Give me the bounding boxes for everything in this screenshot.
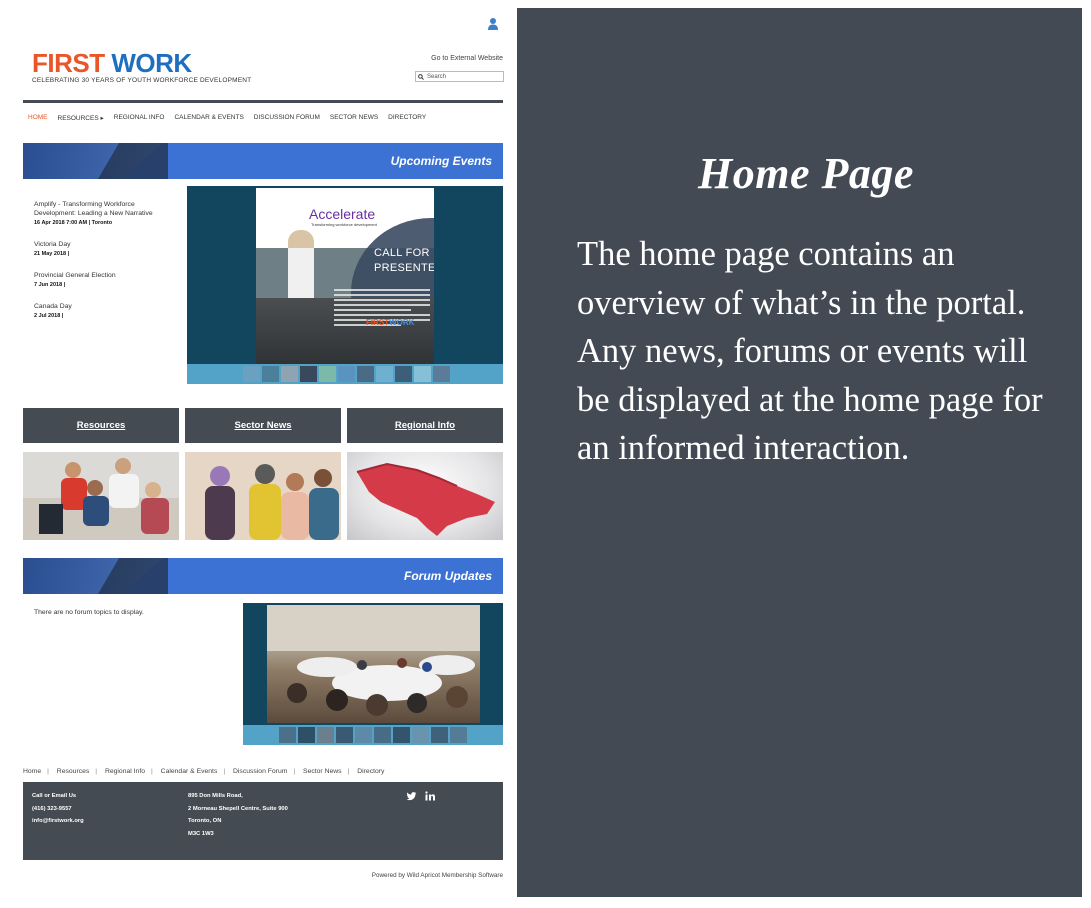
slide-thumbnail[interactable] xyxy=(431,727,448,743)
footer-contact: Call or Email Us (416) 323-9557 info@fir… xyxy=(32,790,84,828)
powered-by-link[interactable]: Powered by Wild Apricot Membership Softw… xyxy=(300,872,503,879)
regional-info-map-image[interactable] xyxy=(347,452,503,540)
user-icon[interactable] xyxy=(487,17,499,31)
nav-home[interactable]: HOME xyxy=(28,114,48,122)
slide-thumbnail[interactable] xyxy=(298,727,315,743)
slideshow-thumbnail-strip xyxy=(187,364,503,384)
slide-thumbnail[interactable] xyxy=(357,366,374,382)
event-date: 21 May 2018 | xyxy=(34,251,70,257)
event-date: 7 Jun 2018 | xyxy=(34,282,66,288)
logo-tagline: CELEBRATING 30 YEARS OF YOUTH WORKFORCE … xyxy=(32,77,252,84)
logo-word-work: WORK xyxy=(111,48,192,78)
event-title[interactable]: Amplify - Transforming Workforce Develop… xyxy=(34,200,174,218)
regional-info-button[interactable]: Regional Info xyxy=(347,408,503,443)
footer-address: 895 Don Mills Road, 2 Morneau Shepell Ce… xyxy=(188,790,288,840)
footer-link-home[interactable]: Home xyxy=(23,768,41,775)
event-title[interactable]: Canada Day xyxy=(34,302,174,311)
footer-address-line: Toronto, ON xyxy=(188,818,222,824)
event-item[interactable]: Amplify - Transforming Workforce Develop… xyxy=(34,200,174,226)
event-slideshow[interactable]: Accelerate Transforming workforce develo… xyxy=(187,186,503,384)
sector-news-button[interactable]: Sector News xyxy=(185,408,341,443)
slide-thumbnail[interactable] xyxy=(376,366,393,382)
footer-link-directory[interactable]: Directory xyxy=(357,768,384,775)
slide-thumbnail[interactable] xyxy=(450,727,467,743)
slide-thumbnail[interactable] xyxy=(395,366,412,382)
poster-headline-2: PRESENTERS xyxy=(374,262,434,274)
poster-logo-first: FIRST xyxy=(366,318,390,327)
footer-address-line: 895 Don Mills Road, xyxy=(188,793,243,799)
event-date: 16 Apr 2018 7:00 AM | Toronto xyxy=(34,220,113,226)
slide-thumbnail[interactable] xyxy=(412,727,429,743)
slide-thumbnail[interactable] xyxy=(338,366,355,382)
footer-nav: Home | Resources | Regional Info | Calendar… xyxy=(23,768,385,775)
nav-regional-info[interactable]: REGIONAL INFO xyxy=(114,114,165,122)
sector-news-image[interactable] xyxy=(185,452,341,540)
footer-contact-heading: Call or Email Us xyxy=(32,793,77,799)
footer-address-line: 2 Morneau Shepell Centre, Suite 900 xyxy=(188,805,288,812)
footer-phone[interactable]: (416) 323-9557 xyxy=(32,803,84,816)
slide-thumbnail[interactable] xyxy=(281,366,298,382)
slide-thumbnail[interactable] xyxy=(355,727,372,743)
slide-thumbnail[interactable] xyxy=(374,727,391,743)
external-website-link[interactable]: Go to External Website xyxy=(400,55,503,62)
event-title[interactable]: Victoria Day xyxy=(34,240,174,249)
slide-thumbnail[interactable] xyxy=(300,366,317,382)
nav-sector-news[interactable]: SECTOR NEWS xyxy=(330,114,378,122)
search-input[interactable]: Search xyxy=(415,71,504,82)
footer-address-line: M3C 1W3 xyxy=(188,830,214,837)
event-item[interactable]: Canada Day 2 Jul 2018 | xyxy=(34,302,174,319)
event-date: 2 Jul 2018 | xyxy=(34,313,64,319)
panel-body-text: The home page contains an overview of wh… xyxy=(577,235,1043,467)
header-divider xyxy=(23,100,503,103)
slide-thumbnail[interactable] xyxy=(433,366,450,382)
main-nav: HOME RESOURCES ▸ REGIONAL INFO CALENDAR … xyxy=(28,114,436,122)
forum-updates-title: Forum Updates xyxy=(403,569,492,583)
slide-thumbnail[interactable] xyxy=(317,727,334,743)
slide-thumbnail[interactable] xyxy=(336,727,353,743)
forum-empty-message: There are no forum topics to display. xyxy=(34,609,144,616)
poster-brand: Accelerate xyxy=(309,206,376,222)
forum-updates-banner: Forum Updates xyxy=(23,558,503,594)
search-placeholder: Search xyxy=(427,73,447,80)
slide-thumbnail[interactable] xyxy=(319,366,336,382)
upcoming-events-title: Upcoming Events xyxy=(390,154,492,168)
twitter-icon[interactable] xyxy=(406,792,417,801)
slide-thumbnail[interactable] xyxy=(279,727,296,743)
resources-button[interactable]: Resources xyxy=(23,408,179,443)
nav-calendar-events[interactable]: CALENDAR & EVENTS xyxy=(174,114,243,122)
footer-link-regional-info[interactable]: Regional Info xyxy=(105,768,145,775)
poster-logo-work: WORK xyxy=(389,318,415,327)
footer-link-resources[interactable]: Resources xyxy=(57,768,90,775)
nav-directory[interactable]: DIRECTORY xyxy=(388,114,426,122)
footer-social xyxy=(406,791,435,807)
resources-image[interactable] xyxy=(23,452,179,540)
search-icon xyxy=(418,73,424,80)
footer-link-calendar-events[interactable]: Calendar & Events xyxy=(161,768,218,775)
event-title[interactable]: Provincial General Election xyxy=(34,271,174,280)
slide-thumbnail[interactable] xyxy=(393,727,410,743)
nav-discussion-forum[interactable]: DISCUSSION FORUM xyxy=(254,114,320,122)
logo-word-first: FIRST xyxy=(32,48,105,78)
slide-thumbnail[interactable] xyxy=(243,366,260,382)
nav-resources[interactable]: RESOURCES ▸ xyxy=(58,114,104,122)
panel-title: Home Page xyxy=(698,149,914,198)
forum-slideshow[interactable] xyxy=(243,603,503,745)
poster-headline-1: CALL FOR xyxy=(374,247,430,259)
site-logo[interactable]: FIRST WORK CELEBRATING 30 YEARS OF YOUTH… xyxy=(32,50,251,84)
slide-thumbnail[interactable] xyxy=(262,366,279,382)
linkedin-icon[interactable] xyxy=(425,791,435,801)
site-footer: Call or Email Us (416) 323-9557 info@fir… xyxy=(23,782,503,860)
call-for-presenters-poster[interactable]: Accelerate Transforming workforce develo… xyxy=(256,188,434,364)
upcoming-events-banner: Upcoming Events xyxy=(23,143,503,179)
poster-brand-sub: Transforming workforce development xyxy=(311,222,377,227)
footer-link-sector-news[interactable]: Sector News xyxy=(303,768,342,775)
event-item[interactable]: Victoria Day 21 May 2018 | xyxy=(34,240,174,257)
description-panel: Home Page The home page contains an over… xyxy=(517,8,1082,897)
footer-link-discussion-forum[interactable]: Discussion Forum xyxy=(233,768,287,775)
conference-photo[interactable] xyxy=(267,605,480,723)
footer-email[interactable]: info@firstwork.org xyxy=(32,815,84,828)
forum-thumbnail-strip xyxy=(243,725,503,745)
slide-thumbnail[interactable] xyxy=(414,366,431,382)
event-item[interactable]: Provincial General Election 7 Jun 2018 | xyxy=(34,271,174,288)
